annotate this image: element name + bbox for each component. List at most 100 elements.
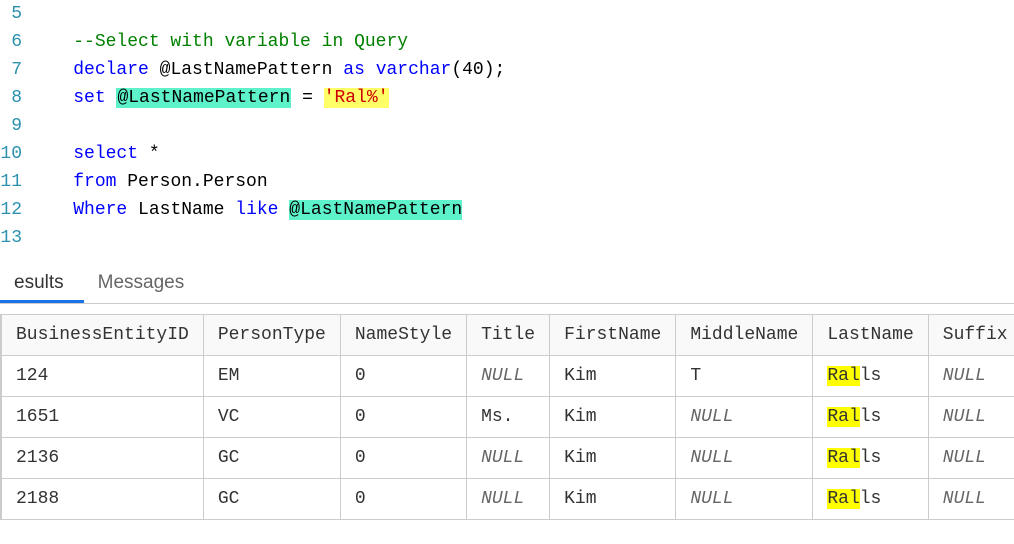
column-header[interactable]: MiddleName xyxy=(676,315,813,356)
line-number: 12 xyxy=(0,196,22,224)
cell[interactable]: 2136 xyxy=(2,438,204,479)
cell[interactable]: Ralls xyxy=(813,479,928,520)
column-header[interactable]: Suffix xyxy=(928,315,1014,356)
cell[interactable]: 2188 xyxy=(2,479,204,520)
tab-messages[interactable]: Messages xyxy=(84,264,205,303)
code-line[interactable] xyxy=(30,224,1014,252)
code-token xyxy=(278,200,289,220)
code-token xyxy=(30,172,73,192)
column-header[interactable]: FirstName xyxy=(550,315,676,356)
code-token xyxy=(365,60,376,80)
result-tabs: esults Messages xyxy=(0,264,1014,304)
table-row[interactable]: 1651VC0Ms.KimNULLRallsNULL xyxy=(1,397,1014,438)
cell[interactable]: NULL xyxy=(928,479,1014,520)
code-token: 'Ral%' xyxy=(324,88,389,108)
code-token xyxy=(30,88,73,108)
line-number: 8 xyxy=(0,84,22,112)
cell[interactable]: Kim xyxy=(550,397,676,438)
code-token: set xyxy=(73,88,105,108)
cell[interactable]: GC xyxy=(203,479,340,520)
code-line[interactable]: --Select with variable in Query xyxy=(30,28,1014,56)
cell[interactable]: NULL xyxy=(467,438,550,479)
cell[interactable]: T xyxy=(676,356,813,397)
results-table[interactable]: BusinessEntityIDPersonTypeNameStyleTitle… xyxy=(0,314,1014,520)
results-grid: BusinessEntityIDPersonTypeNameStyleTitle… xyxy=(0,304,1014,520)
cell[interactable]: NULL xyxy=(676,479,813,520)
code-token: Where xyxy=(73,200,127,220)
code-token: LastName xyxy=(127,200,235,220)
code-token: * xyxy=(149,144,160,164)
cell[interactable]: EM xyxy=(203,356,340,397)
cell[interactable]: 124 xyxy=(2,356,204,397)
code-token xyxy=(106,88,117,108)
code-token xyxy=(313,88,324,108)
code-line[interactable]: set @LastNamePattern = 'Ral%' xyxy=(30,84,1014,112)
cell[interactable]: Kim xyxy=(550,356,676,397)
line-number: 10 xyxy=(0,140,22,168)
cell[interactable]: 0 xyxy=(340,356,466,397)
table-row[interactable]: 124EM0NULLKimTRallsNULL xyxy=(1,356,1014,397)
code-token: Person.Person xyxy=(116,172,267,192)
code-token: @LastNamePattern xyxy=(116,88,291,108)
column-header[interactable]: LastName xyxy=(813,315,928,356)
code-token: like xyxy=(235,200,278,220)
cell[interactable]: NULL xyxy=(676,397,813,438)
table-row[interactable]: 2188GC0NULLKimNULLRallsNULL xyxy=(1,479,1014,520)
column-header[interactable]: BusinessEntityID xyxy=(2,315,204,356)
highlight-match: Ral xyxy=(827,407,859,427)
code-token: from xyxy=(73,172,116,192)
line-number: 7 xyxy=(0,56,22,84)
code-line[interactable] xyxy=(30,0,1014,28)
code-line[interactable]: declare @LastNamePattern as varchar(40); xyxy=(30,56,1014,84)
line-number: 5 xyxy=(0,0,22,28)
column-header[interactable]: Title xyxy=(467,315,550,356)
cell[interactable]: Ralls xyxy=(813,397,928,438)
cell[interactable]: VC xyxy=(203,397,340,438)
cell[interactable]: NULL xyxy=(467,356,550,397)
line-number: 13 xyxy=(0,224,22,252)
code-token xyxy=(138,144,149,164)
code-token: varchar xyxy=(376,60,452,80)
cell[interactable]: 0 xyxy=(340,479,466,520)
cell[interactable]: NULL xyxy=(928,397,1014,438)
code-token xyxy=(30,60,73,80)
code-line[interactable]: from Person.Person xyxy=(30,168,1014,196)
cell[interactable]: NULL xyxy=(928,356,1014,397)
cell[interactable]: 0 xyxy=(340,438,466,479)
cell[interactable]: Ralls xyxy=(813,438,928,479)
column-header[interactable]: PersonType xyxy=(203,315,340,356)
code-token: (40); xyxy=(451,60,505,80)
code-token: --Select with variable in Query xyxy=(73,32,408,52)
line-number: 11 xyxy=(0,168,22,196)
cell[interactable]: GC xyxy=(203,438,340,479)
code-token xyxy=(30,32,73,52)
sql-editor[interactable]: 5678910111213 --Select with variable in … xyxy=(0,0,1014,252)
cell[interactable]: 1651 xyxy=(2,397,204,438)
code-token: declare xyxy=(73,60,149,80)
cell[interactable]: 0 xyxy=(340,397,466,438)
code-token xyxy=(291,88,302,108)
highlight-match: Ral xyxy=(827,489,859,509)
table-body: 124EM0NULLKimTRallsNULL1651VC0Ms.KimNULL… xyxy=(1,356,1014,520)
code-area[interactable]: --Select with variable in Query declare … xyxy=(30,0,1014,252)
tab-results[interactable]: esults xyxy=(0,264,84,303)
highlight-match: Ral xyxy=(827,366,859,386)
table-header-row: BusinessEntityIDPersonTypeNameStyleTitle… xyxy=(1,315,1014,356)
cell[interactable]: Ralls xyxy=(813,356,928,397)
cell[interactable]: Kim xyxy=(550,479,676,520)
cell[interactable]: Kim xyxy=(550,438,676,479)
column-header[interactable]: NameStyle xyxy=(340,315,466,356)
code-line[interactable]: select * xyxy=(30,140,1014,168)
code-token: = xyxy=(302,88,313,108)
code-token xyxy=(30,144,73,164)
code-token: select xyxy=(73,144,138,164)
table-row[interactable]: 2136GC0NULLKimNULLRallsNULL xyxy=(1,438,1014,479)
code-token: @LastNamePattern xyxy=(149,60,343,80)
code-line[interactable]: Where LastName like @LastNamePattern xyxy=(30,196,1014,224)
cell[interactable]: NULL xyxy=(467,479,550,520)
code-line[interactable] xyxy=(30,112,1014,140)
cell[interactable]: Ms. xyxy=(467,397,550,438)
code-token: @LastNamePattern xyxy=(289,200,462,220)
cell[interactable]: NULL xyxy=(928,438,1014,479)
cell[interactable]: NULL xyxy=(676,438,813,479)
